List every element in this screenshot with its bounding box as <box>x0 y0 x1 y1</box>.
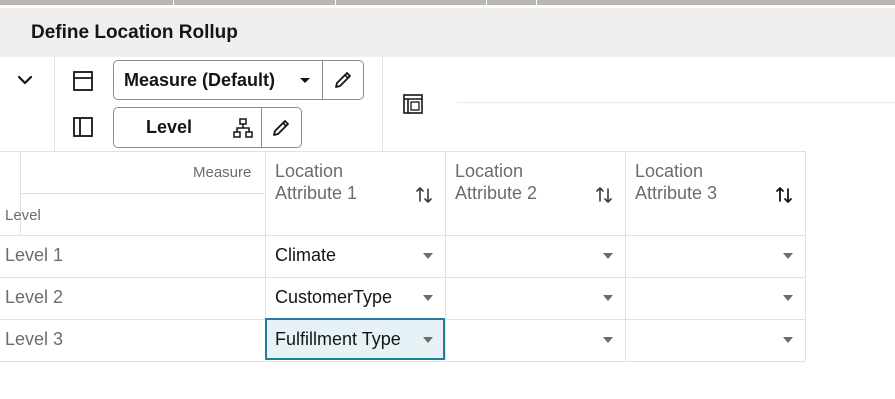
page-title: Define Location Rollup <box>31 22 238 43</box>
caret-down-icon[interactable] <box>294 69 316 91</box>
tab-divider <box>173 0 174 5</box>
cell-level-1-attribute-1[interactable]: Climate <box>275 245 336 266</box>
column-header-line2: Attribute 3 <box>635 183 718 203</box>
caret-down-icon[interactable] <box>423 295 433 301</box>
caret-down-icon[interactable] <box>783 253 793 259</box>
layout-columns-icon[interactable] <box>71 115 95 139</box>
hierarchy-icon[interactable] <box>232 117 254 139</box>
sort-icon[interactable] <box>413 184 435 206</box>
column-header-line1: Location <box>635 161 704 181</box>
corner-measure-label: Measure <box>193 164 252 181</box>
level-button-label: Level <box>146 117 193 137</box>
rollup-grid: Measure Level Location Attribute 1 Locat… <box>0 151 806 362</box>
tab-strip-bar <box>0 0 895 5</box>
pivot-layout-icon[interactable] <box>401 92 425 116</box>
caret-down-icon[interactable] <box>423 337 433 343</box>
grid-line <box>625 151 626 361</box>
toolbar-divider <box>457 102 895 103</box>
caret-down-icon[interactable] <box>423 253 433 259</box>
row-label-level-3: Level 3 <box>5 329 64 349</box>
sort-icon[interactable] <box>593 184 615 206</box>
caret-down-icon[interactable] <box>603 253 613 259</box>
column-header-line2: Attribute 2 <box>455 183 538 203</box>
grid-line <box>0 277 805 278</box>
select-divider <box>322 61 323 99</box>
column-header-line2: Attribute 1 <box>275 183 358 203</box>
cell-level-2-attribute-1[interactable]: CustomerType <box>275 287 392 308</box>
caret-down-icon[interactable] <box>603 337 613 343</box>
layout-rows-icon[interactable] <box>71 69 95 93</box>
measure-select-label: Measure (Default) <box>124 70 276 90</box>
tab-divider <box>335 0 336 5</box>
sort-icon[interactable] <box>773 184 795 206</box>
column-header-attribute-3[interactable]: Location Attribute 3 <box>635 160 717 204</box>
top-tab-strip <box>0 0 895 8</box>
grid-line <box>0 361 805 362</box>
tab-divider <box>486 0 487 5</box>
caret-down-icon[interactable] <box>783 295 793 301</box>
column-header-line1: Location <box>455 161 524 181</box>
toolbar-divider <box>382 57 383 151</box>
measure-select[interactable]: Measure (Default) <box>113 60 364 100</box>
corner-level-label: Level <box>5 207 41 224</box>
tab-divider <box>536 0 537 5</box>
grid-line <box>0 235 805 236</box>
pencil-icon[interactable] <box>332 69 354 91</box>
toolbar-divider <box>54 57 55 151</box>
page-header: Define Location Rollup <box>0 8 895 57</box>
caret-down-icon[interactable] <box>603 295 613 301</box>
column-header-attribute-2[interactable]: Location Attribute 2 <box>455 160 537 204</box>
grid-line <box>20 193 265 194</box>
column-header-line1: Location <box>275 161 344 181</box>
grid-line <box>445 151 446 361</box>
button-divider <box>261 108 262 147</box>
row-label-level-2: Level 2 <box>5 287 64 307</box>
chevron-down-icon[interactable] <box>14 69 36 91</box>
grid-line <box>0 151 805 152</box>
pencil-icon[interactable] <box>270 117 292 139</box>
view-toolbar: Measure (Default) Level <box>0 57 895 151</box>
caret-down-icon[interactable] <box>783 337 793 343</box>
column-header-attribute-1[interactable]: Location Attribute 1 <box>275 160 357 204</box>
row-label-level-1: Level 1 <box>5 245 64 265</box>
grid-line <box>805 151 806 361</box>
level-button[interactable]: Level <box>113 107 302 148</box>
cell-level-3-attribute-1[interactable]: Fulfillment Type <box>275 329 401 350</box>
